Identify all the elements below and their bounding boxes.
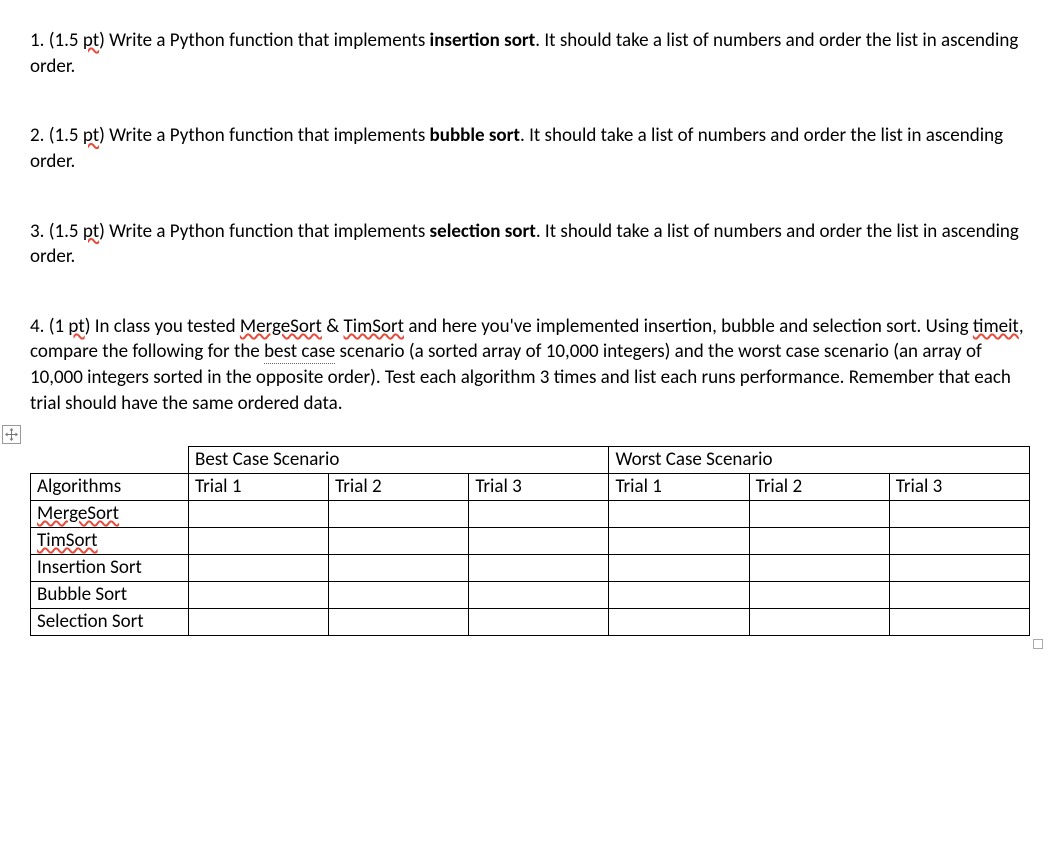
- worst-trial3: Trial 3: [889, 474, 1029, 501]
- best-trial3: Trial 3: [469, 474, 609, 501]
- data-cell: [329, 528, 469, 555]
- data-cell: [329, 582, 469, 609]
- data-cell: [889, 555, 1029, 582]
- q4-timeit: timeit: [973, 315, 1019, 338]
- row-insertion: Insertion Sort: [31, 555, 189, 582]
- table-move-handle-icon[interactable]: [2, 425, 21, 444]
- q4-c: compare the following for the: [30, 340, 264, 363]
- data-cell: [189, 582, 329, 609]
- table-scenario-row: Best Case Scenario Worst Case Scenario: [31, 447, 1030, 474]
- table-row: Selection Sort: [31, 609, 1030, 636]
- table-row: MergeSort: [31, 501, 1030, 528]
- table-resize-handle-icon[interactable]: [1033, 639, 1043, 649]
- data-cell: [749, 582, 889, 609]
- results-table-wrap: Best Case Scenario Worst Case Scenario A…: [30, 446, 1030, 636]
- worst-trial1: Trial 1: [609, 474, 749, 501]
- worst-case-header: Worst Case Scenario: [609, 447, 1030, 474]
- question-4: 4. (1 pt) In class you tested MergeSort …: [30, 314, 1030, 417]
- question-3: 3. (1.5 pt) Write a Python function that…: [30, 219, 1030, 270]
- q3-after: ) Write a Python function that implement…: [99, 220, 429, 243]
- q2-pt: pt: [83, 124, 99, 147]
- data-cell: [889, 609, 1029, 636]
- data-cell: [189, 528, 329, 555]
- data-cell: [469, 555, 609, 582]
- timsort-label: TimSort: [37, 529, 98, 552]
- data-cell: [749, 501, 889, 528]
- row-mergesort: MergeSort: [31, 501, 189, 528]
- table-row: TimSort: [31, 528, 1030, 555]
- q4-tim: TimSort: [343, 315, 404, 338]
- q4-pt: pt: [68, 315, 84, 338]
- q3-prefix: 3. (1.5: [30, 220, 83, 243]
- q2-bold: bubble sort: [430, 124, 520, 147]
- q1-prefix: 1. (1.5: [30, 29, 83, 52]
- q4-merge: MergeSort: [240, 315, 322, 338]
- data-cell: [329, 609, 469, 636]
- table-row: Insertion Sort: [31, 555, 1030, 582]
- q1-bold: insertion sort: [430, 29, 536, 52]
- data-cell: [889, 501, 1029, 528]
- row-selection: Selection Sort: [31, 609, 189, 636]
- table-trial-row: Algorithms Trial 1 Trial 2 Trial 3 Trial…: [31, 474, 1030, 501]
- row-bubble: Bubble Sort: [31, 582, 189, 609]
- data-cell: [889, 582, 1029, 609]
- data-cell: [889, 528, 1029, 555]
- results-table: Best Case Scenario Worst Case Scenario A…: [30, 446, 1030, 636]
- data-cell: [469, 582, 609, 609]
- data-cell: [749, 609, 889, 636]
- move-arrows-icon: [5, 428, 18, 441]
- mergesort-label: MergeSort: [37, 502, 119, 525]
- q4-comma: ,: [1019, 315, 1024, 338]
- data-cell: [329, 555, 469, 582]
- data-cell: [189, 555, 329, 582]
- data-cell: [469, 609, 609, 636]
- q2-after: ) Write a Python function that implement…: [99, 124, 429, 147]
- q2-prefix: 2. (1.5: [30, 124, 83, 147]
- best-trial2: Trial 2: [329, 474, 469, 501]
- question-2: 2. (1.5 pt) Write a Python function that…: [30, 123, 1030, 174]
- data-cell: [329, 501, 469, 528]
- q1-pt: pt: [83, 29, 99, 52]
- data-cell: [609, 528, 749, 555]
- data-cell: [469, 528, 609, 555]
- data-cell: [609, 609, 749, 636]
- data-cell: [609, 501, 749, 528]
- question-1: 1. (1.5 pt) Write a Python function that…: [30, 28, 1030, 79]
- best-trial1: Trial 1: [189, 474, 329, 501]
- data-cell: [749, 555, 889, 582]
- data-cell: [609, 555, 749, 582]
- data-cell: [749, 528, 889, 555]
- q3-pt: pt: [83, 220, 99, 243]
- q4-prefix: 4. (1: [30, 315, 68, 338]
- data-cell: [189, 609, 329, 636]
- row-timsort: TimSort: [31, 528, 189, 555]
- best-case-header: Best Case Scenario: [189, 447, 609, 474]
- data-cell: [469, 501, 609, 528]
- q4-best: best case: [264, 340, 335, 364]
- worst-trial2: Trial 2: [749, 474, 889, 501]
- empty-cell: [31, 447, 189, 474]
- data-cell: [189, 501, 329, 528]
- q4-b: and here you've implemented insertion, b…: [404, 315, 973, 338]
- q3-bold: selection sort: [430, 220, 536, 243]
- data-cell: [609, 582, 749, 609]
- q1-after: ) Write a Python function that implement…: [99, 29, 429, 52]
- q4-amp: &: [322, 315, 344, 338]
- algorithms-header: Algorithms: [31, 474, 189, 501]
- q4-a: ) In class you tested: [85, 315, 240, 338]
- table-row: Bubble Sort: [31, 582, 1030, 609]
